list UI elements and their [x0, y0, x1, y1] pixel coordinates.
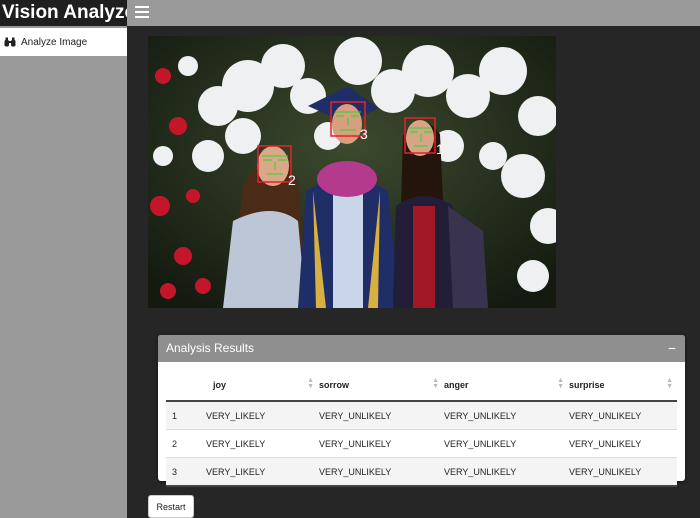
column-header-index [166, 370, 205, 402]
table-cell: VERY_UNLIKELY [318, 429, 443, 458]
table-cell: VERY_UNLIKELY [318, 400, 443, 430]
sidebar-item-analyze-image[interactable]: Analyze Image [0, 28, 127, 56]
sort-icon: ▲ ▼ [432, 377, 439, 390]
table-cell: VERY_LIKELY [205, 400, 318, 430]
sort-icon: ▲ ▼ [307, 377, 314, 390]
column-header-surprise[interactable]: surprise ▲ ▼ [568, 370, 677, 402]
hamburger-icon[interactable] [135, 6, 149, 20]
main-content: 1 2 3 Analysis Results − joy ▲ ▼ sorrow ▲ ▼ … [127, 26, 700, 518]
column-header-sorrow[interactable]: sorrow ▲ ▼ [318, 370, 443, 402]
binoculars-icon [4, 37, 18, 47]
table-cell: VERY_LIKELY [205, 457, 318, 487]
column-header-joy[interactable]: joy ▲ ▼ [205, 370, 318, 402]
minus-icon[interactable]: − [668, 335, 676, 362]
app-title: Vision Analyze [0, 0, 135, 26]
sort-icon: ▲ ▼ [557, 377, 564, 390]
table-cell: 2 [166, 429, 205, 458]
table-cell: VERY_UNLIKELY [568, 457, 677, 487]
analysis-results-title: Analysis Results [166, 341, 255, 355]
sidebar: Analyze Image [0, 26, 127, 518]
table-cell: VERY_UNLIKELY [568, 400, 677, 430]
table-cell: VERY_UNLIKELY [318, 457, 443, 487]
table-cell: VERY_LIKELY [205, 429, 318, 458]
analysis-results-box: Analysis Results − joy ▲ ▼ sorrow ▲ ▼ anger ▲… [158, 335, 685, 487]
face-label-1: 1 [436, 141, 444, 157]
table-cell: VERY_UNLIKELY [443, 400, 568, 430]
table-row: 3 VERY_LIKELY VERY_UNLIKELY VERY_UNLIKEL… [166, 457, 677, 487]
table-row: 2 VERY_LIKELY VERY_UNLIKELY VERY_UNLIKEL… [166, 429, 677, 458]
table-cell: 3 [166, 457, 205, 487]
table-row: 1 VERY_LIKELY VERY_UNLIKELY VERY_UNLIKEL… [166, 400, 677, 430]
analysis-results-header: Analysis Results − [158, 335, 685, 362]
table-cell: VERY_UNLIKELY [568, 429, 677, 458]
table-cell: 1 [166, 400, 205, 430]
face-label-3: 3 [360, 126, 368, 142]
results-table: joy ▲ ▼ sorrow ▲ ▼ anger ▲ ▼ surprise ▲ ▼ 1 VERY… [166, 370, 677, 487]
table-cell: VERY_UNLIKELY [443, 457, 568, 487]
sidebar-item-label: Analyze Image [21, 36, 88, 48]
face-label-2: 2 [288, 172, 296, 188]
analyzed-photo: 1 2 3 [148, 36, 556, 308]
top-navbar [127, 0, 700, 26]
sort-icon: ▲ ▼ [666, 377, 673, 390]
column-header-anger[interactable]: anger ▲ ▼ [443, 370, 568, 402]
table-cell: VERY_UNLIKELY [443, 429, 568, 458]
restart-button[interactable]: Restart [148, 495, 194, 518]
